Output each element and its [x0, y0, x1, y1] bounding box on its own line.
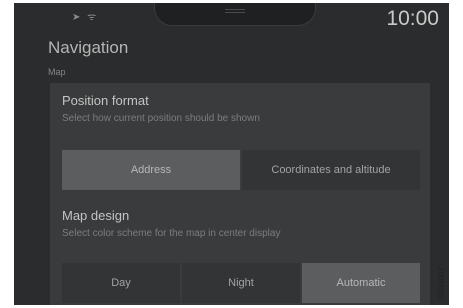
clock: 10:00 [386, 7, 439, 30]
settings-panel: Position format Select how current posit… [50, 83, 430, 305]
status-bar: ➤ ᯤ 10:00 [14, 3, 449, 33]
location-arrow-icon: ➤ [72, 12, 83, 23]
map-design-title: Map design [62, 208, 130, 223]
map-design-selector: Day Night Automatic [62, 263, 422, 303]
map-design-night-button[interactable]: Night [182, 263, 300, 303]
position-format-coordinates-button[interactable]: Coordinates and altitude [242, 150, 420, 190]
map-design-description: Select color scheme for the map in cente… [62, 228, 281, 239]
top-pull-tab[interactable] [154, 3, 316, 26]
wifi-icon: ᯤ [87, 12, 99, 23]
position-format-selector: Address Coordinates and altitude [62, 150, 422, 190]
position-format-address-button[interactable]: Address [62, 150, 240, 190]
page-title: Navigation [48, 38, 129, 57]
map-design-automatic-button[interactable]: Automatic [302, 263, 420, 303]
position-format-title: Position format [62, 93, 149, 108]
breadcrumb: Map [48, 67, 66, 77]
map-design-day-button[interactable]: Day [62, 263, 180, 303]
image-code: G054007 [437, 267, 446, 300]
display-screen: ➤ ᯤ 10:00 Navigation Map Position format… [14, 3, 449, 305]
position-format-description: Select how current position should be sh… [62, 113, 260, 124]
pull-tab-handle-icon [225, 9, 245, 10]
status-icons: ➤ ᯤ [72, 9, 98, 23]
